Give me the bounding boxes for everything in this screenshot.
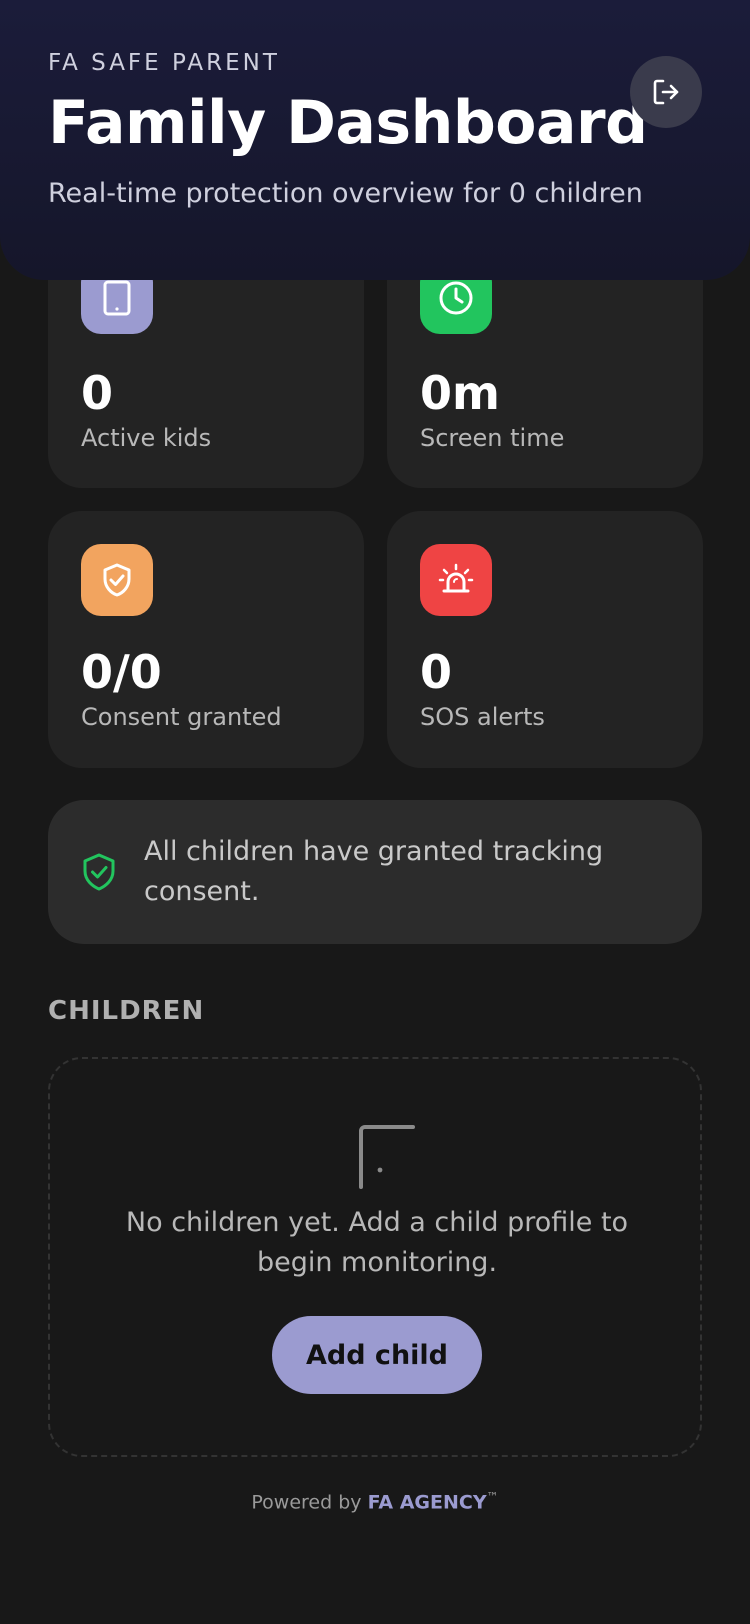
footer-prefix: Powered by <box>251 1491 368 1514</box>
app-brand: FA SAFE PARENT <box>48 50 280 76</box>
consent-message: All children have granted tracking conse… <box>144 836 604 907</box>
consent-banner: All children have granted tracking conse… <box>48 800 702 944</box>
stat-value: 0 <box>81 366 114 420</box>
stat-label: SOS alerts <box>420 703 545 731</box>
dashboard-header: FA SAFE PARENT Family Dashboard Real-tim… <box>0 0 750 280</box>
stat-label: Screen time <box>420 424 565 452</box>
stat-value: 0/0 <box>81 645 162 699</box>
stat-label: Active kids <box>81 424 212 452</box>
footer-brand: FA AGENCY <box>367 1491 487 1514</box>
trademark-symbol: ™ <box>486 1490 499 1504</box>
empty-state-message: No children yet. Add a child profile to … <box>125 1207 629 1278</box>
shield-check-icon <box>83 853 115 891</box>
family-dashboard-page: 0 Active kids 0m Screen time 0/0 Consent… <box>0 0 750 1624</box>
logout-icon <box>653 79 679 105</box>
stat-value: 0 <box>420 645 453 699</box>
children-empty-state: No children yet. Add a child profile to … <box>48 1057 702 1457</box>
stat-value: 0m <box>420 366 500 420</box>
stat-card-sos-alerts: 0 SOS alerts <box>387 511 703 768</box>
siren-icon <box>420 544 492 616</box>
add-child-button[interactable]: Add child <box>272 1316 482 1394</box>
page-title: Family Dashboard <box>48 88 648 158</box>
stat-card-consent-granted: 0/0 Consent granted <box>48 511 364 768</box>
logout-button[interactable] <box>630 56 702 128</box>
children-section-heading: CHILDREN <box>48 996 205 1026</box>
page-subtitle: Real-time protection overview for 0 chil… <box>48 178 643 209</box>
footer: Powered by FA AGENCY™ <box>0 1490 750 1513</box>
tablet-icon <box>359 1125 415 1189</box>
shield-check-icon <box>81 544 153 616</box>
stat-label: Consent granted <box>81 703 282 731</box>
